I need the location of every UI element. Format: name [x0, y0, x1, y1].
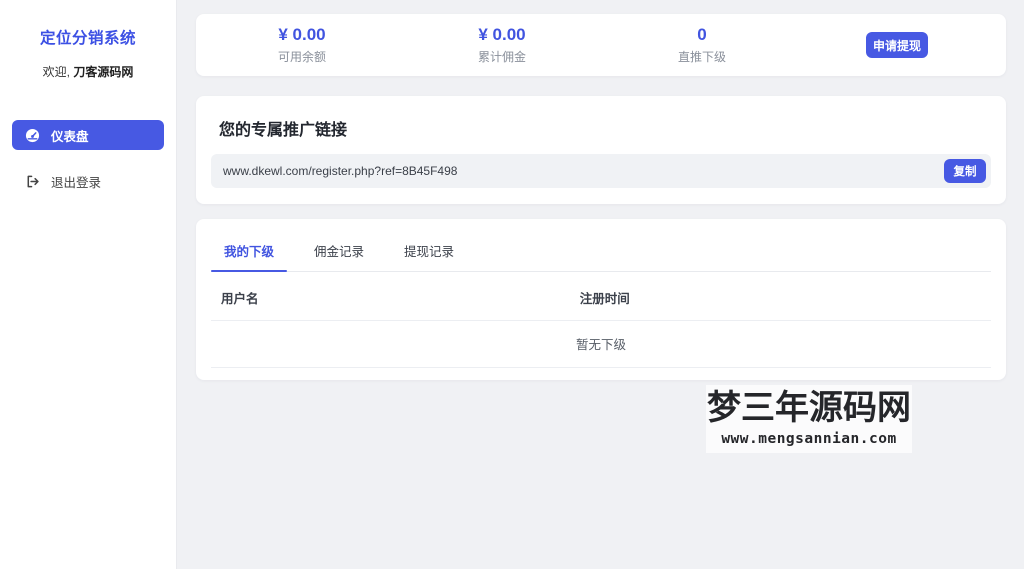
sidebar-item-dashboard[interactable]: 仪表盘	[12, 120, 164, 150]
sidebar-menu: 仪表盘 退出登录	[0, 120, 176, 196]
table-empty-state: 暂无下级	[211, 321, 991, 368]
tab-my-referrals[interactable]: 我的下级	[211, 232, 288, 272]
tab-withdrawal-records[interactable]: 提现记录	[391, 232, 467, 271]
stat-value: 0	[697, 25, 707, 44]
promo-link-title: 您的专属推广链接	[219, 122, 348, 139]
welcome-prefix: 欢迎,	[42, 65, 70, 79]
current-username: 刀客源码网	[73, 65, 134, 79]
sidebar: 定位分销系统 欢迎, 刀客源码网 仪表盘 退出登录	[0, 0, 176, 569]
tab-commission-records[interactable]: 佣金记录	[301, 232, 377, 271]
logout-icon	[25, 174, 40, 189]
stat-value: ¥ 0.00	[478, 25, 526, 44]
table-header-register-time: 注册时间	[579, 292, 630, 306]
stat-label: 直推下级	[677, 50, 726, 64]
watermark-site-name: 梦三年源码网	[707, 388, 911, 428]
main-content: ¥ 0.00 可用余额 ¥ 0.00 累计佣金 0 直推下级 申请提现 您的专属…	[176, 0, 1024, 569]
withdraw-button[interactable]: 申请提现	[866, 32, 928, 58]
sidebar-item-label: 退出登录	[51, 175, 102, 190]
promo-link-card: 您的专属推广链接 www.dkewl.com/register.php?ref=…	[196, 96, 1006, 204]
stat-total-commission: ¥ 0.00 累计佣金	[402, 25, 602, 65]
stat-available-balance: ¥ 0.00 可用余额	[202, 25, 402, 65]
watermark-site-url: www.mengsannian.com	[721, 431, 897, 447]
copy-button[interactable]: 复制	[944, 159, 986, 183]
stat-direct-referrals: 0 直推下级	[602, 25, 802, 65]
watermark: 梦三年源码网 www.mengsannian.com	[706, 385, 912, 453]
table-header-row: 用户名 注册时间	[211, 272, 991, 321]
stats-card: ¥ 0.00 可用余额 ¥ 0.00 累计佣金 0 直推下级 申请提现	[196, 14, 1006, 76]
welcome-text: 欢迎, 刀客源码网	[0, 63, 176, 80]
sidebar-item-label: 仪表盘	[51, 129, 89, 144]
stat-label: 累计佣金	[477, 50, 526, 64]
promo-link-text[interactable]: www.dkewl.com/register.php?ref=8B45F498	[223, 164, 457, 178]
promo-link-box: www.dkewl.com/register.php?ref=8B45F498 …	[211, 154, 991, 188]
sidebar-item-logout[interactable]: 退出登录	[12, 166, 164, 196]
tab-bar: 我的下级 佣金记录 提现记录	[211, 219, 991, 272]
stat-value: ¥ 0.00	[278, 25, 326, 44]
app-title: 定位分销系统	[39, 30, 136, 47]
referrals-card: 我的下级 佣金记录 提现记录 用户名 注册时间 暂无下级	[196, 219, 1006, 380]
stat-label: 可用余额	[277, 50, 326, 64]
dashboard-icon	[25, 128, 40, 143]
table-header-username: 用户名	[221, 292, 259, 306]
